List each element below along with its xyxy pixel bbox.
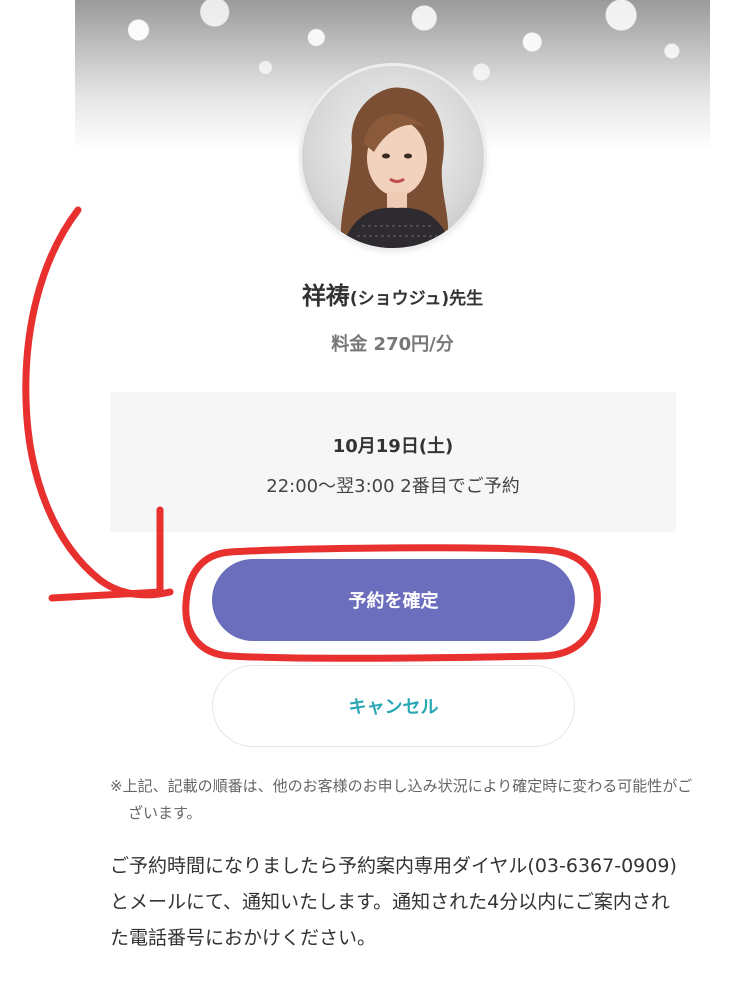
- notification-description: ご予約時間になりましたら予約案内専用ダイヤル(03-6367-0909)とメール…: [110, 855, 677, 949]
- order-notice: ※上記、記載の順番は、他のお客様のお申し込み状況により確定時に変わる可能性がござ…: [110, 777, 693, 822]
- confirm-reservation-button[interactable]: 予約を確定: [212, 559, 575, 641]
- reservation-date: 10月19日(土): [332, 436, 454, 457]
- avatar-portrait-icon: [340, 87, 452, 248]
- teacher-name-main: 祥祷: [301, 282, 350, 310]
- price-label: 料金 270円/分: [331, 334, 454, 355]
- teacher-name-suffix: 先生: [449, 289, 484, 309]
- avatar: [302, 66, 484, 248]
- teacher-name: 祥祷(ショウジュ)先生: [75, 276, 710, 311]
- reservation-info-box: 10月19日(土) 22:00〜翌3:00 2番目でご予約: [110, 392, 676, 532]
- booking-confirmation-page: 祥祷(ショウジュ)先生 料金 270円/分 10月19日(土) 22:00〜翌3…: [0, 0, 740, 1000]
- cancel-button[interactable]: キャンセル: [212, 665, 575, 747]
- reservation-slot: 22:00〜翌3:00 2番目でご予約: [266, 476, 520, 497]
- teacher-name-reading: (ショウジュ): [349, 289, 450, 309]
